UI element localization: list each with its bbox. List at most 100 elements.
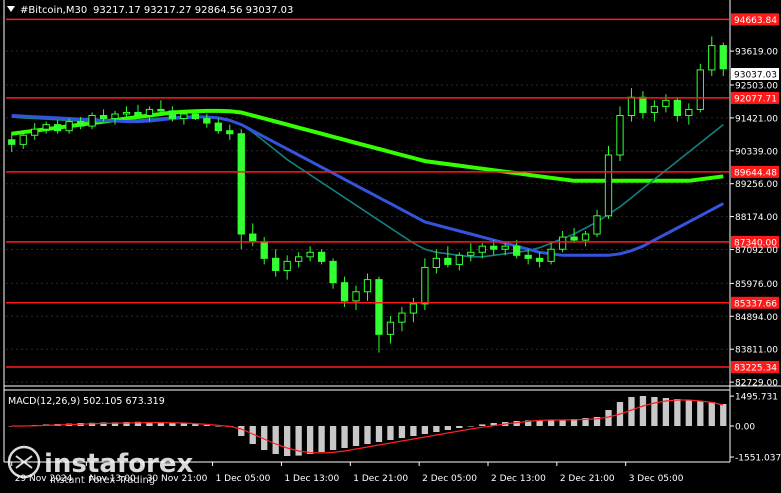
candle-body	[42, 124, 50, 130]
macd-bar	[284, 426, 291, 456]
macd-bar	[513, 421, 520, 426]
candle-body	[168, 110, 177, 120]
macd-bar	[547, 420, 555, 426]
macd-bar	[467, 426, 474, 427]
time-tick-label: 3 Dec 05:00	[629, 474, 684, 484]
candle-body	[53, 124, 62, 132]
macd-bar	[375, 426, 383, 442]
current-price-text: 93037.03	[734, 71, 777, 81]
candle-body	[260, 241, 268, 259]
candle-body	[306, 251, 314, 258]
macd-bar	[421, 426, 429, 434]
macd-bar	[628, 397, 635, 426]
macd-bar	[708, 402, 715, 426]
candle-body	[627, 96, 636, 116]
macd-bar	[433, 426, 440, 432]
time-tick-label: 1 Dec 21:00	[353, 474, 408, 484]
candle-body	[490, 245, 498, 250]
candle-body	[650, 105, 659, 113]
macd-axis-label: 1495.731	[735, 393, 778, 403]
macd-bar	[272, 426, 279, 454]
price-tick-label: 93619.00	[735, 48, 778, 58]
macd-bar	[674, 399, 681, 426]
ohlc-readout: 93217.17 93217.27 92864.56 93037.03	[93, 5, 293, 16]
candle-body	[558, 236, 567, 250]
candle-body	[249, 233, 257, 243]
macd-bar	[364, 426, 371, 444]
macd-bar	[720, 404, 727, 426]
macd-label: MACD(12,26,9) 502.105 673.319	[8, 396, 165, 407]
macd-bar	[318, 426, 325, 452]
candle-body	[524, 254, 532, 259]
candle-body	[122, 111, 131, 115]
candle-body	[386, 321, 395, 335]
macd-bar	[398, 426, 406, 438]
candle-body	[294, 256, 303, 262]
candle-body	[478, 245, 486, 253]
macd-bar	[639, 396, 647, 426]
price-tick-label: 85976.00	[735, 280, 778, 290]
candle-body	[639, 96, 647, 113]
price-tick-label: 90339.00	[735, 147, 778, 157]
candle-body	[662, 99, 670, 107]
candle-body	[685, 108, 693, 116]
current-price-label: 93037.03	[731, 68, 779, 81]
level-label: 89644.48	[734, 168, 777, 178]
candle-body	[226, 130, 234, 135]
macd-bar	[559, 420, 566, 426]
candle-body	[696, 69, 704, 110]
candle-body	[145, 108, 154, 116]
candle-body	[214, 122, 222, 132]
candle-body	[581, 233, 590, 241]
macd-bar	[456, 426, 463, 428]
candle-body	[535, 257, 544, 262]
macd-bar	[352, 426, 360, 446]
candle-body	[398, 312, 406, 323]
price-tick-label: 89256.00	[735, 180, 778, 190]
price-tick-label: 84894.00	[735, 313, 778, 323]
macd-bar	[685, 400, 692, 426]
symbol-timeframe: #Bitcoin,M30	[20, 5, 87, 16]
chart-header: #Bitcoin,M30 93217.17 93217.27 92864.56 …	[7, 5, 293, 16]
macd-bar	[238, 426, 245, 436]
price-tick-label: 83811.00	[735, 346, 778, 356]
candle-body	[547, 248, 555, 262]
macd-bar	[662, 398, 670, 426]
candle-body	[76, 121, 85, 127]
candle-body	[375, 279, 383, 335]
macd-bar	[387, 426, 394, 440]
macd-bar	[306, 426, 314, 454]
level-label: 85337.66	[734, 299, 777, 309]
candle-body	[719, 45, 727, 70]
price-tick-label: 87092.00	[735, 246, 778, 256]
level-label: 92077.71	[734, 94, 777, 104]
candle-body	[283, 260, 291, 272]
chart-root[interactable]: 94663.84 92077.71 89644.48 87340.00 85337.66…	[0, 0, 781, 489]
candle-body	[421, 266, 429, 305]
candle-body	[191, 113, 200, 120]
candle-body	[237, 133, 245, 235]
candle-body	[455, 254, 463, 265]
instaforex-tagline: Instant Forex Trading	[50, 475, 155, 486]
candle-body	[203, 118, 211, 124]
price-chart[interactable]: 94663.8492077.7189644.4887340.0085337.66…	[0, 0, 781, 489]
time-tick-label: 2 Dec 13:00	[491, 474, 546, 484]
candle-body	[111, 113, 119, 120]
candle-body	[65, 121, 73, 132]
macd-bar	[329, 426, 337, 450]
price-tick-label: 91421.00	[735, 114, 778, 124]
candle-body	[134, 111, 142, 116]
candle-body	[352, 291, 360, 302]
candle-body	[157, 108, 165, 112]
candle-body	[88, 114, 96, 127]
candle-body	[570, 236, 578, 241]
candle-body	[593, 215, 601, 235]
candle-body	[673, 99, 682, 116]
price-tick-label: 88174.00	[735, 213, 778, 223]
time-tick-label: 1 Dec 13:00	[284, 474, 339, 484]
candle-body	[616, 114, 624, 156]
candle-body	[19, 134, 27, 145]
macd-axis-label: 0.00	[735, 423, 755, 433]
macd-bar	[479, 424, 486, 426]
macd-bar	[605, 410, 612, 426]
